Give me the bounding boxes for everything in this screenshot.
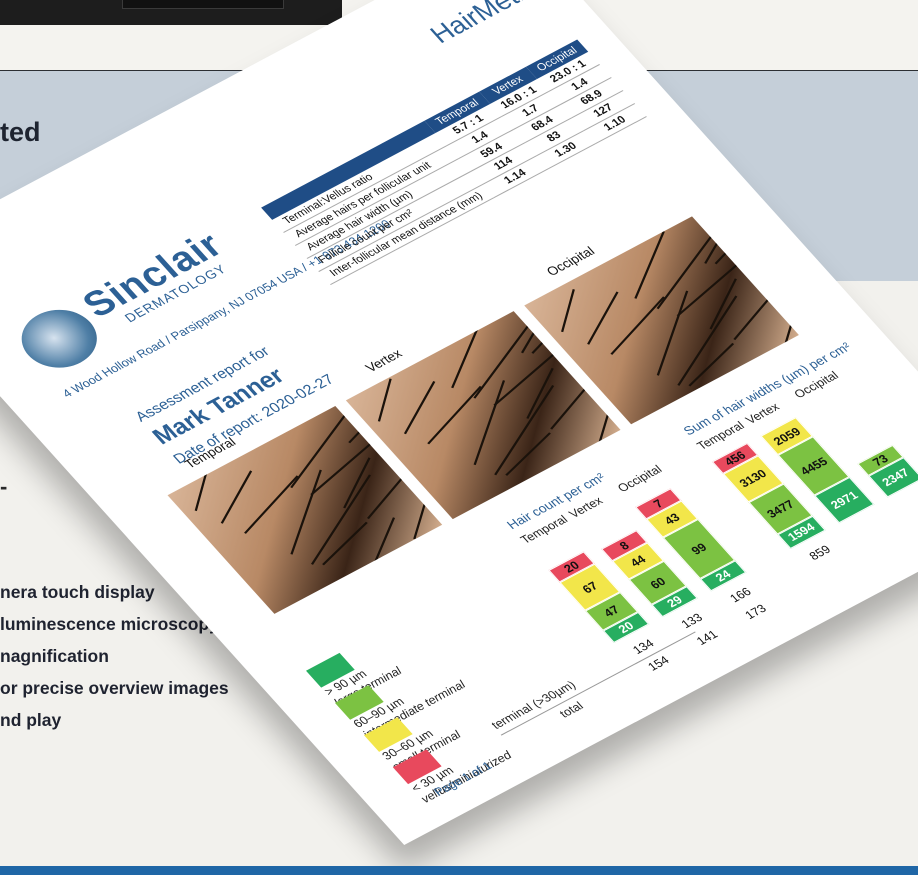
hair-strand — [587, 291, 619, 345]
bullet-dash: - — [0, 474, 8, 499]
hairmetrix-brand: HairMetrix — [423, 0, 549, 49]
hair-strand — [561, 289, 575, 333]
hair-strand — [704, 216, 759, 264]
feature-item: or precise overview images — [0, 678, 229, 698]
photo-label-vertex: Vertex — [362, 346, 406, 375]
totals-divider — [500, 631, 696, 736]
device-bezel — [122, 0, 284, 9]
hair-strand — [427, 385, 482, 445]
hair-strand — [194, 467, 209, 512]
headline-fragment: ted — [0, 117, 41, 147]
hair-strand — [403, 380, 436, 435]
hair-strand — [779, 277, 799, 361]
hair-strand — [220, 470, 253, 524]
hair-strand — [610, 296, 665, 355]
hair-strand — [676, 243, 762, 317]
hair-strand — [322, 521, 368, 566]
total-value: 859 — [806, 542, 834, 563]
bottom-accent-bar — [0, 866, 918, 875]
hair-strand — [634, 231, 665, 299]
hair-strand — [364, 517, 396, 585]
hair-strand — [377, 378, 392, 422]
hair-strand — [714, 222, 756, 265]
hair-strand — [244, 475, 299, 534]
hair-strand — [733, 282, 783, 341]
feature-item: nagnification — [0, 646, 109, 666]
feature-item: nd play — [0, 710, 62, 730]
hair-strand — [688, 342, 735, 387]
chart-column-label: Occipital — [614, 462, 665, 495]
hairmetrix-logo: HairMetrix® — [420, 0, 564, 49]
hair-strand — [505, 432, 551, 476]
device-screen-edge — [0, 0, 342, 25]
hair-strand — [451, 320, 482, 389]
